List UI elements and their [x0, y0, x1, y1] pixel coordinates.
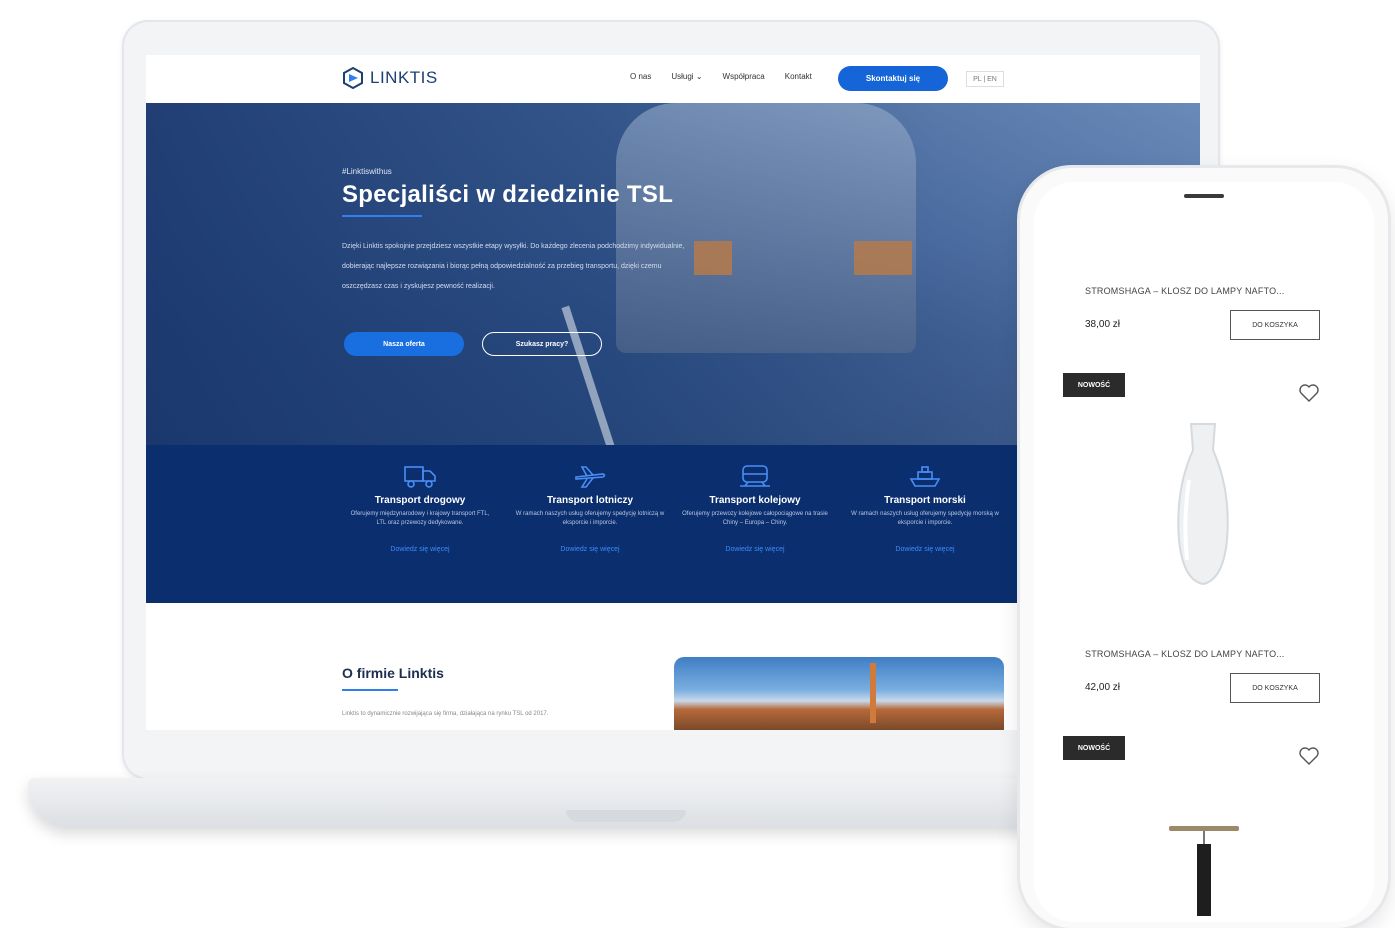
hero-hashtag: #Linktiswithus	[342, 167, 392, 176]
service-link[interactable]: Dowiedz się więcej	[345, 546, 495, 553]
service-title: Transport kolejowy	[709, 495, 801, 506]
site-logo[interactable]: LINKTIS	[342, 67, 438, 89]
nav-item-wspolpraca[interactable]: Współpraca	[723, 72, 765, 81]
lamp-glass-image	[1177, 423, 1229, 586]
nav-item-kontakt[interactable]: Kontakt	[785, 72, 812, 81]
heart-icon[interactable]	[1298, 383, 1320, 403]
ship-icon	[909, 466, 941, 487]
heart-icon[interactable]	[1298, 746, 1320, 766]
logo-mark-icon	[343, 67, 363, 89]
site-header: LINKTIS O nas Usługi ⌄ Współpraca Kontak…	[146, 55, 1200, 103]
careers-button[interactable]: Szukasz pracy?	[482, 332, 602, 356]
service-description: Oferujemy międzynarodowy i krajowy trans…	[350, 511, 490, 526]
service-title: Transport morski	[884, 495, 966, 506]
about-title: O firmie Linktis	[342, 665, 444, 681]
service-title: Transport lotniczy	[546, 495, 634, 506]
product-price: 38,00 zł	[1085, 319, 1121, 330]
product-price: 42,00 zł	[1085, 682, 1121, 693]
about-text: Linktis to dynamicznie rozwijająca się f…	[342, 711, 549, 717]
hero-title: Specjaliści w dziedzinie TSL	[342, 181, 674, 208]
truck-icon	[404, 466, 436, 488]
truck-image	[616, 103, 916, 353]
about-underline	[342, 689, 398, 691]
main-nav: O nas Usługi ⌄ Współpraca Kontakt	[630, 72, 812, 81]
service-rail: Transport kolejowy Oferujemy przewozy ko…	[680, 463, 830, 553]
logo-text: LINKTIS	[370, 68, 438, 87]
service-link[interactable]: Dowiedz się więcej	[850, 546, 1000, 553]
language-switcher[interactable]: PL | EN	[966, 71, 1004, 87]
new-badge: NOWOŚĆ	[1063, 373, 1125, 397]
service-sea: Transport morski W ramach naszych usług …	[850, 463, 1000, 553]
nav-item-uslugi[interactable]: Usługi ⌄	[671, 72, 702, 81]
new-badge: NOWOŚĆ	[1063, 736, 1125, 760]
service-road: Transport drogowy Oferujemy międzynarodo…	[345, 463, 495, 553]
phone-frame: STROMSHAGA – KLOSZ DO LAMPY NAFTO... 38,…	[1020, 168, 1388, 928]
laptop-notch	[566, 810, 686, 822]
hero-description: Dzięki Linktis spokojnie przejdziesz wsz…	[342, 243, 685, 290]
road-line	[561, 305, 619, 445]
hero-underline	[342, 215, 422, 217]
phone-speaker	[1184, 194, 1224, 198]
lamp-image	[1169, 826, 1239, 916]
service-link[interactable]: Dowiedz się więcej	[515, 546, 665, 553]
service-title: Transport drogowy	[374, 495, 466, 506]
service-description: Oferujemy przewozy kolejowe całopociągow…	[682, 511, 828, 526]
nav-item-label: Usługi	[671, 72, 694, 81]
add-to-cart-button[interactable]: DO KOSZYKA	[1230, 310, 1320, 340]
product-name[interactable]: STROMSHAGA – KLOSZ DO LAMPY NAFTO...	[1085, 286, 1284, 296]
plane-icon	[575, 466, 606, 488]
train-icon	[740, 465, 770, 487]
service-description: W ramach naszych usług oferujemy spedycj…	[515, 511, 665, 526]
contact-button[interactable]: Skontaktuj się	[838, 66, 948, 91]
service-link[interactable]: Dowiedz się więcej	[680, 546, 830, 553]
truck-light	[854, 241, 912, 275]
add-to-cart-button[interactable]: DO KOSZYKA	[1230, 673, 1320, 703]
truck-light	[694, 241, 732, 275]
bridge-pylon	[870, 663, 876, 723]
offer-button[interactable]: Nasza oferta	[344, 332, 464, 356]
phone-screen: STROMSHAGA – KLOSZ DO LAMPY NAFTO... 38,…	[1034, 182, 1374, 922]
product-name[interactable]: STROMSHAGA – KLOSZ DO LAMPY NAFTO...	[1085, 649, 1284, 659]
service-air: Transport lotniczy W ramach naszych usłu…	[515, 463, 665, 553]
chevron-down-icon: ⌄	[695, 72, 703, 81]
bridge-image	[674, 657, 1004, 730]
nav-item-o-nas[interactable]: O nas	[630, 72, 651, 81]
service-description: W ramach naszych usług oferujemy spedycj…	[851, 511, 999, 526]
